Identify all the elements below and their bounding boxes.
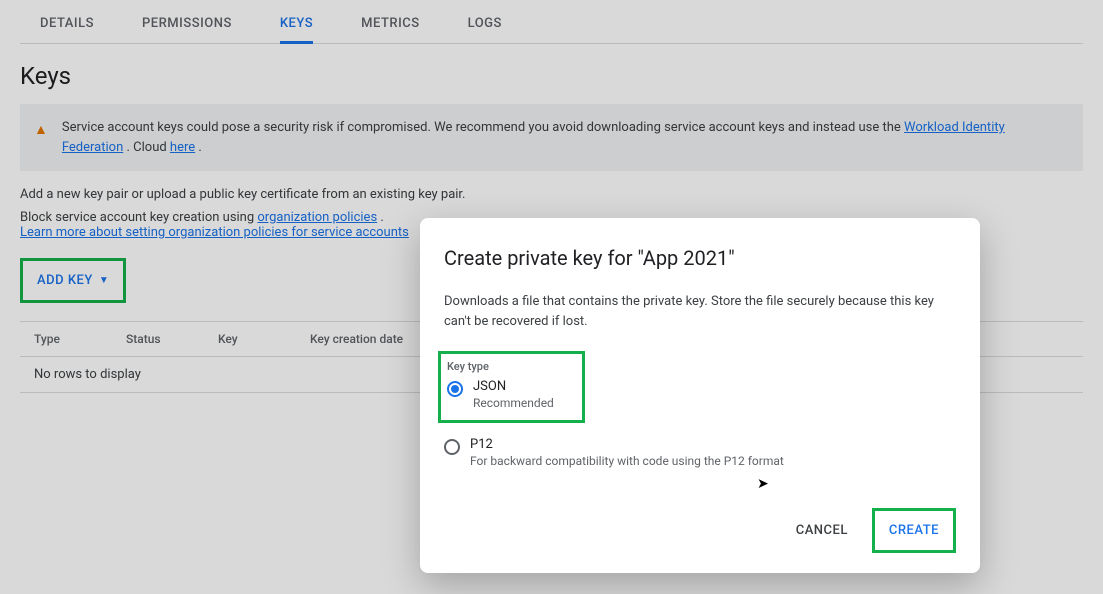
cursor-icon: ➤: [757, 476, 769, 492]
radio-json[interactable]: [447, 381, 463, 397]
radio-json-sub: Recommended: [473, 396, 554, 410]
dialog-subtitle: Downloads a file that contains the priva…: [444, 292, 956, 331]
radio-p12-row[interactable]: P12 For backward compatibility with code…: [444, 437, 956, 468]
keytype-highlight: Key type JSON Recommended: [438, 351, 585, 423]
keytype-label: Key type: [447, 360, 554, 373]
dialog-title: Create private key for "App 2021": [444, 246, 956, 270]
radio-json-label: JSON: [473, 379, 554, 394]
radio-json-row[interactable]: JSON Recommended: [447, 379, 554, 410]
create-key-dialog: Create private key for "App 2021" Downlo…: [420, 218, 980, 573]
cancel-button[interactable]: CANCEL: [792, 515, 852, 546]
radio-p12[interactable]: [444, 439, 460, 455]
create-button[interactable]: CREATE: [881, 517, 947, 544]
radio-p12-label: P12: [470, 437, 784, 452]
radio-p12-sub: For backward compatibility with code usi…: [470, 454, 784, 468]
create-highlight: CREATE: [872, 508, 956, 553]
